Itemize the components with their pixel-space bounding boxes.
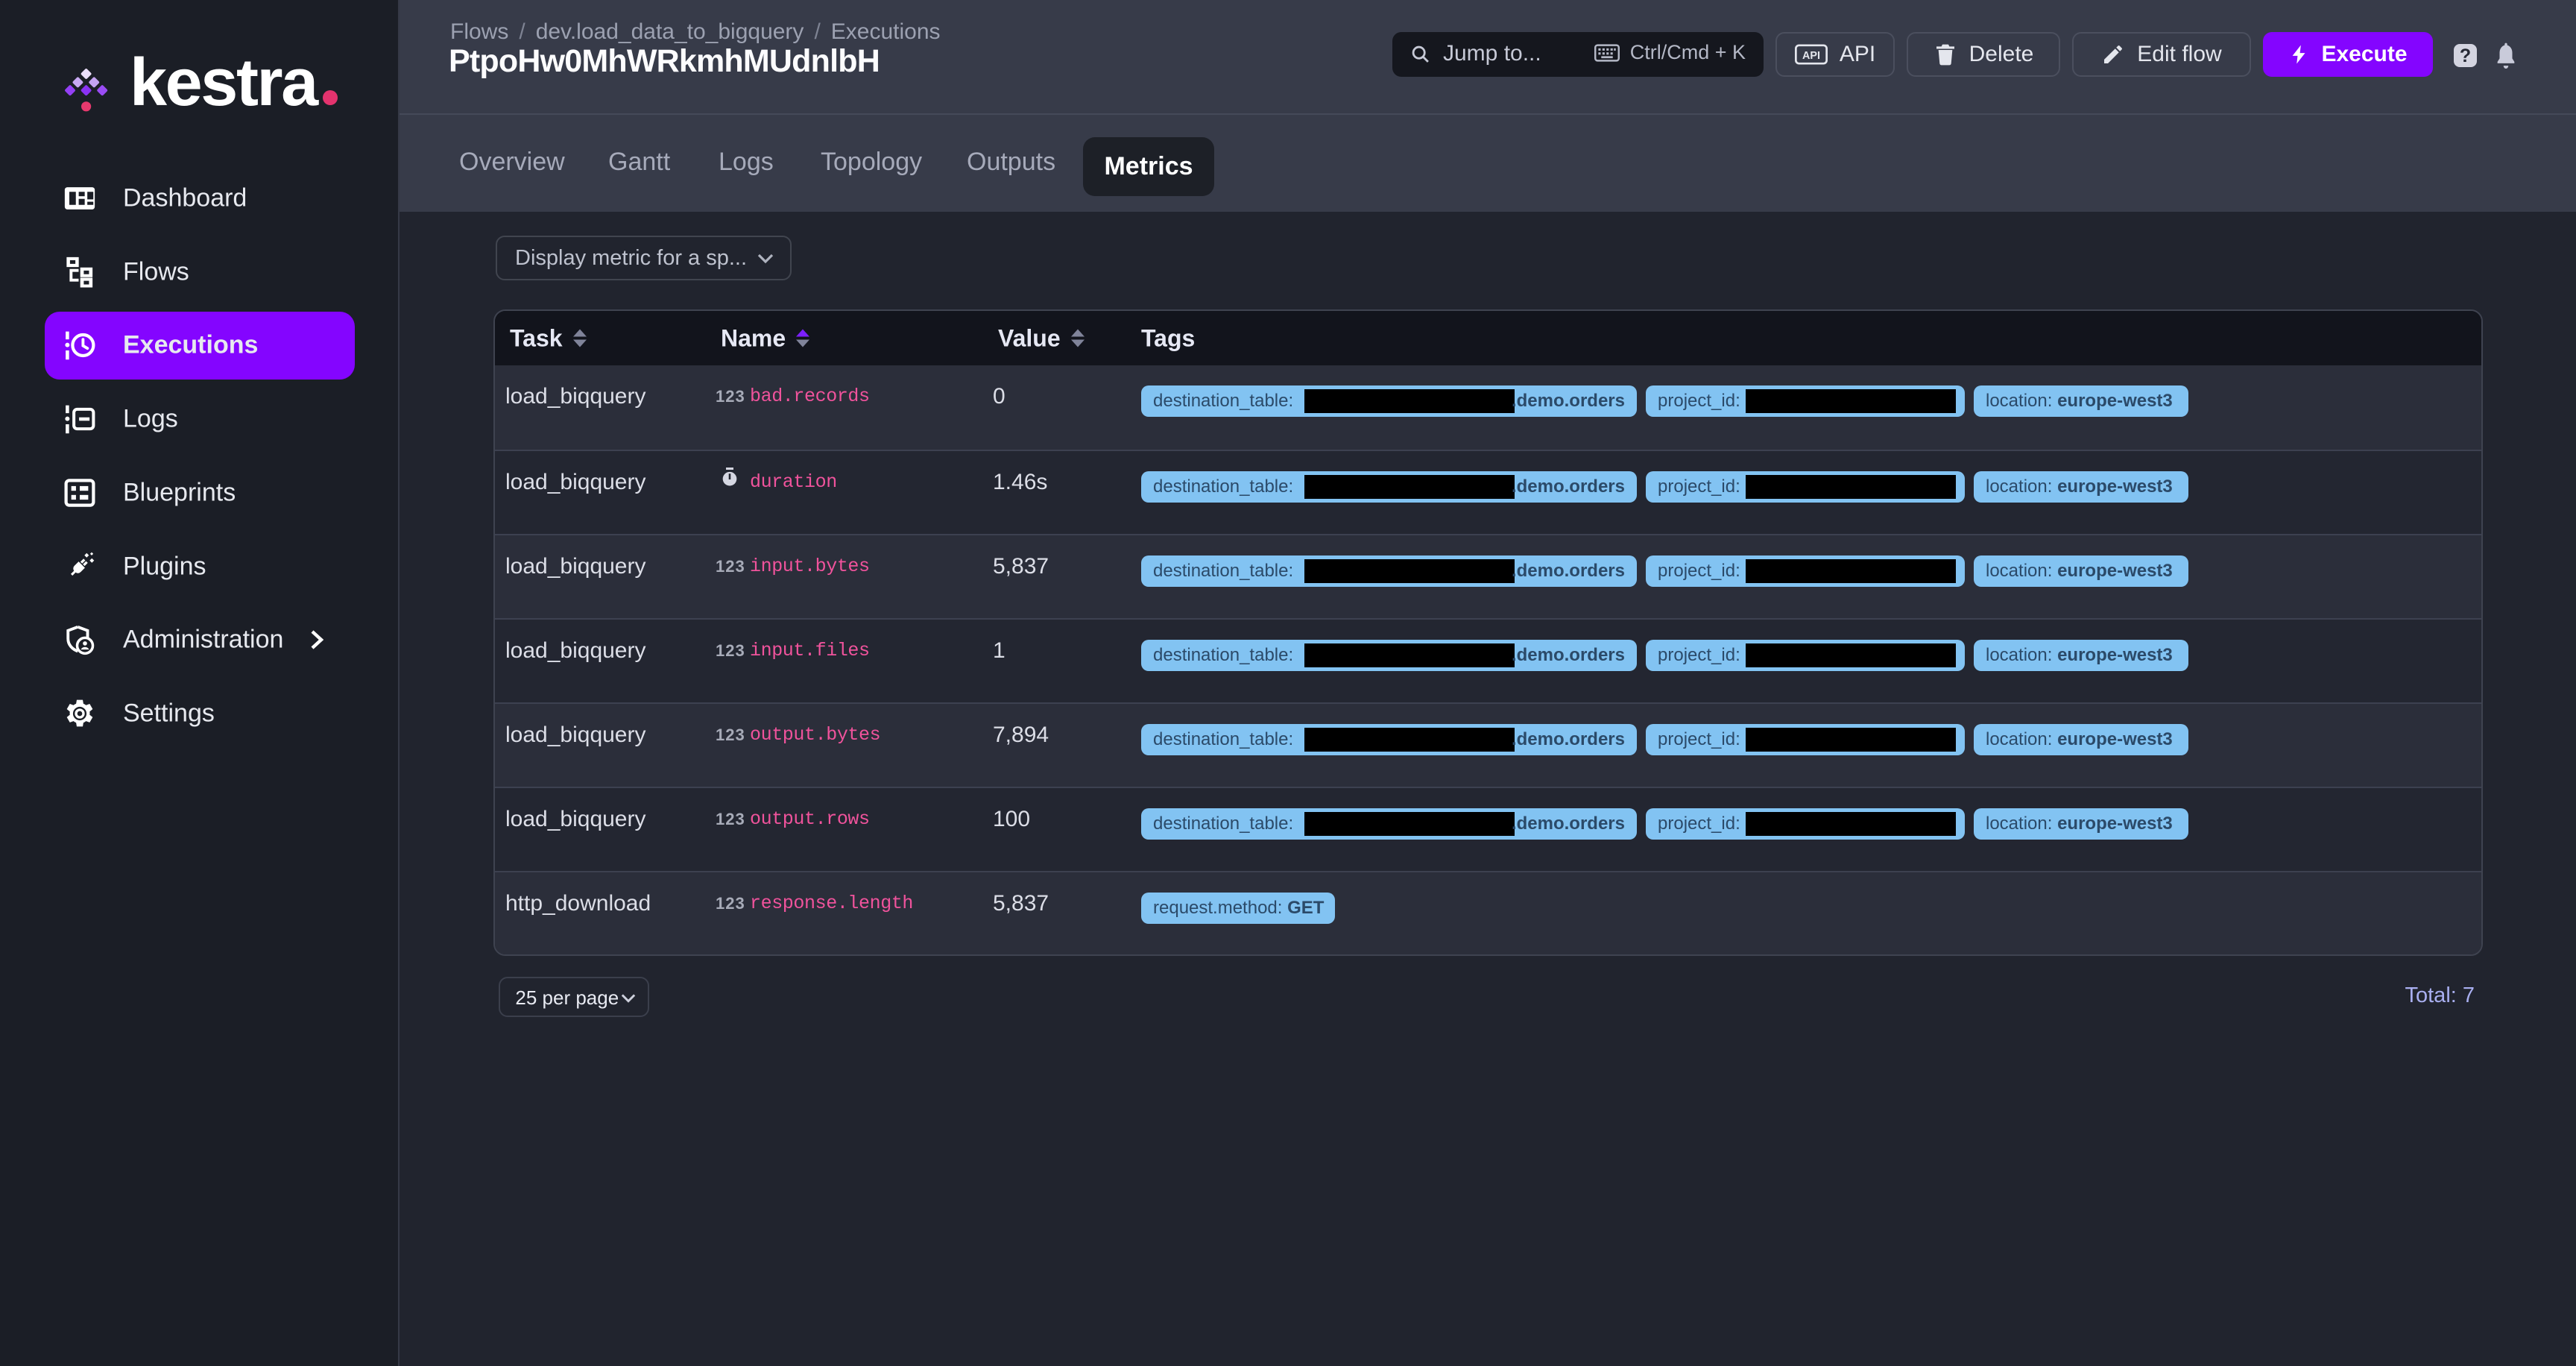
- svg-text:API: API: [1802, 50, 1820, 62]
